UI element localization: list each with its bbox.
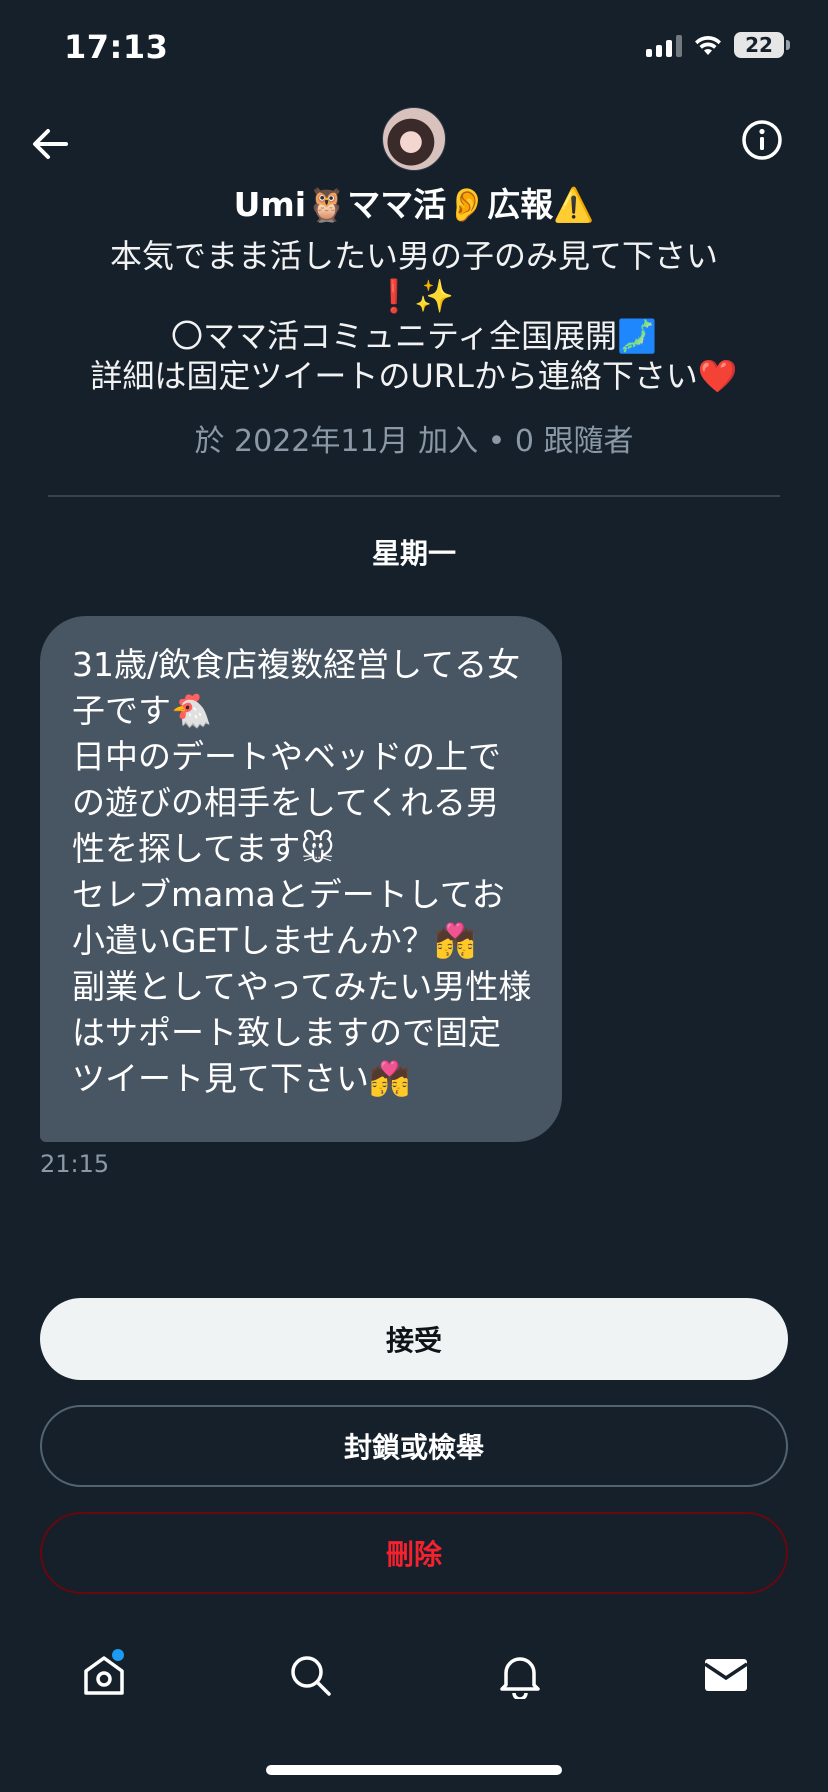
tab-search[interactable]: [280, 1645, 340, 1705]
status-time: 17:13: [64, 28, 169, 66]
tab-messages[interactable]: [696, 1645, 756, 1705]
search-icon: [291, 1656, 331, 1696]
battery-level: 22: [734, 32, 784, 58]
avatar[interactable]: [382, 107, 446, 171]
delete-button[interactable]: 刪除: [40, 1512, 788, 1594]
home-indicator[interactable]: [266, 1765, 562, 1775]
cellular-signal-icon: [646, 33, 682, 57]
notification-dot: [112, 1649, 124, 1661]
tab-notifications[interactable]: [490, 1645, 550, 1705]
info-button[interactable]: [736, 114, 788, 166]
profile-meta: 於 2022年11月 加入 • 0 跟隨者: [194, 424, 634, 459]
profile-name[interactable]: Umi🦉ママ活👂広報⚠️: [40, 182, 788, 228]
arrow-left-icon: [33, 129, 68, 159]
info-circle-icon: [742, 120, 782, 160]
mail-icon: [704, 1659, 748, 1691]
divider: [48, 495, 780, 497]
day-label: 星期一: [371, 537, 456, 570]
profile-bio: 本気でまま活したい男の子のみ見て下さい ❗✨ 〇ママ活コミュニティ全国展開🗾 詳…: [90, 237, 738, 395]
message-timestamp: 21:15: [40, 1150, 110, 1178]
message-bubble[interactable]: 31歳/飲食店複数経営してる女子です🐔 日中のデートやベッドの上での遊びの相手を…: [40, 616, 562, 1142]
status-indicators: 22: [646, 32, 790, 58]
tab-home[interactable]: [74, 1645, 134, 1705]
battery-icon: 22: [734, 32, 790, 58]
message-text: 31歳/飲食店複数経営してる女子です🐔 日中のデートやベッドの上での遊びの相手を…: [72, 645, 532, 1098]
back-button[interactable]: [24, 118, 76, 170]
bell-icon: [500, 1657, 540, 1699]
accept-button[interactable]: 接受: [40, 1298, 788, 1380]
wifi-icon: [695, 35, 721, 55]
block-report-button[interactable]: 封鎖或檢舉: [40, 1405, 788, 1487]
